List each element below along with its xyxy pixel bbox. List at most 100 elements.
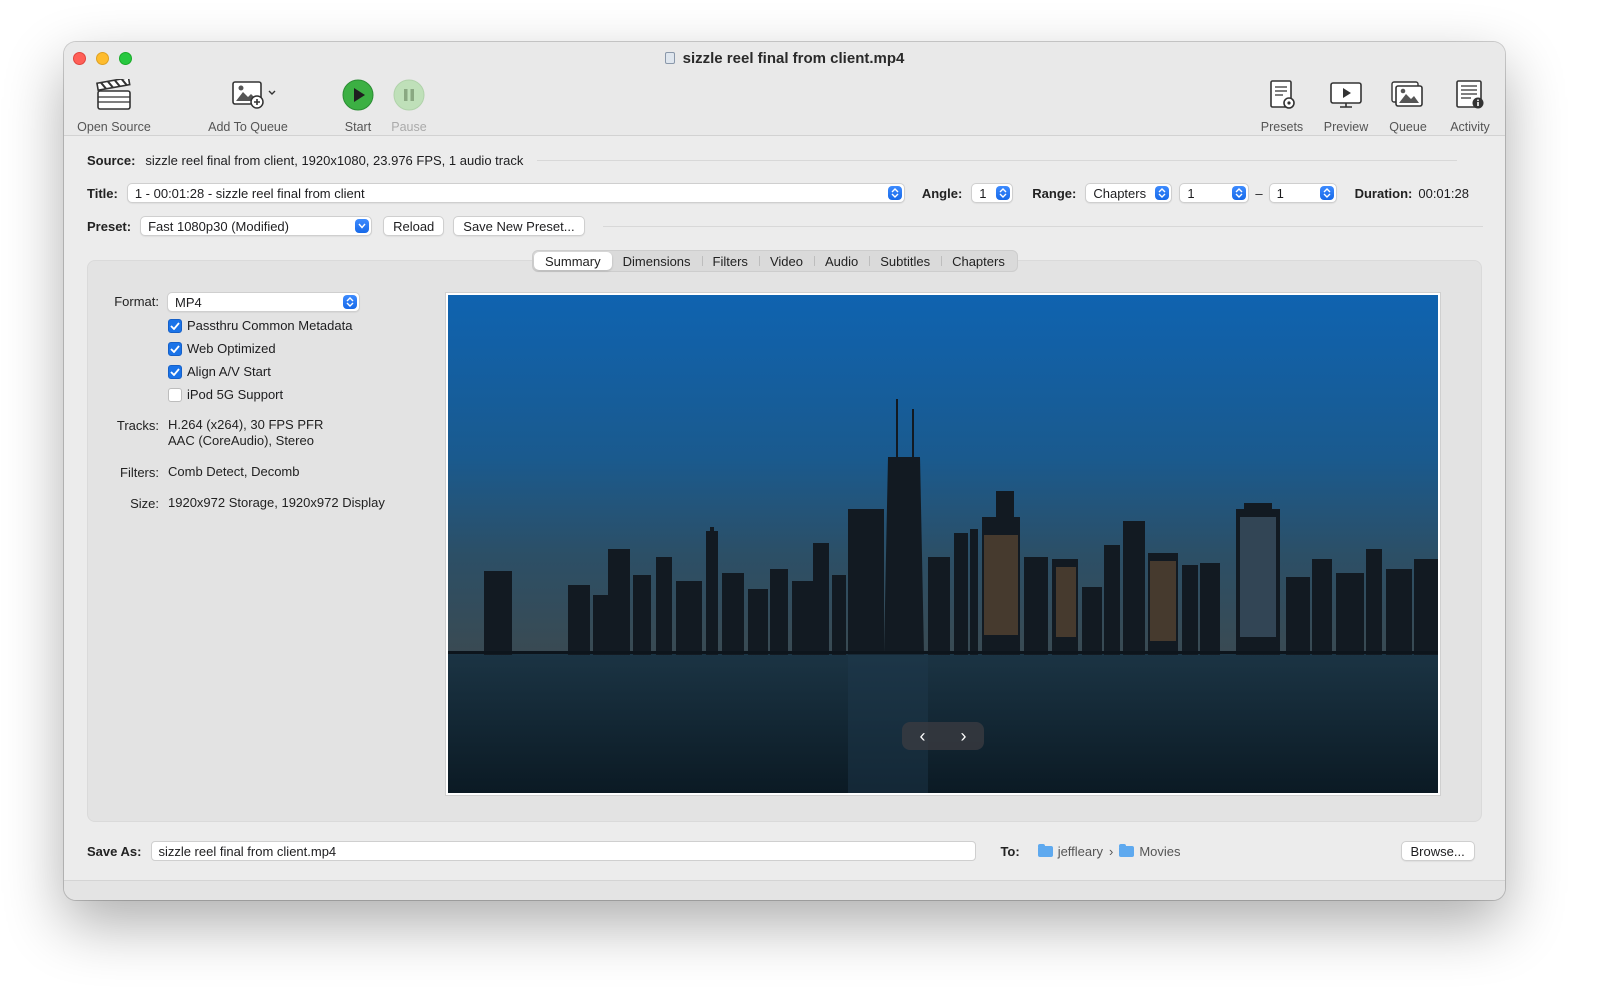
- tracks-audio: AAC (CoreAudio), Stereo: [168, 433, 314, 448]
- pause-label: Pause: [391, 120, 427, 134]
- stepper-icon: [343, 295, 357, 309]
- range-end-select[interactable]: 1: [1268, 183, 1337, 203]
- document-icon: [664, 52, 675, 64]
- pause-button[interactable]: Pause: [388, 76, 430, 134]
- save-as-field[interactable]: sizzle reel final from client.mp4: [151, 841, 977, 861]
- add-to-queue-label: Add To Queue: [208, 120, 288, 134]
- activity-button[interactable]: Activity: [1444, 76, 1496, 134]
- filters-label: Filters:: [120, 465, 159, 480]
- activity-icon: [1450, 76, 1490, 114]
- tab-video[interactable]: Video: [758, 252, 814, 270]
- title-label: Title:: [87, 185, 118, 201]
- angle-label: Angle:: [921, 185, 963, 201]
- range-start-value: 1: [1187, 185, 1195, 201]
- presets-button[interactable]: Presets: [1256, 76, 1308, 134]
- preview-icon: [1326, 76, 1366, 114]
- format-select[interactable]: MP4: [167, 292, 360, 312]
- separator: [602, 225, 1483, 227]
- pause-icon: [389, 76, 429, 114]
- checkbox-box: [168, 387, 182, 402]
- presets-label: Presets: [1260, 120, 1304, 134]
- checkbox-label: Passthru Common Metadata: [187, 318, 353, 333]
- source-row: Source: sizzle reel final from client, 1…: [87, 153, 1458, 168]
- checkmark-icon: [168, 364, 182, 379]
- destination-path[interactable]: jeffleary › Movies: [1037, 843, 1181, 859]
- checkmark-icon: [168, 341, 182, 356]
- tab-audio[interactable]: Audio: [813, 252, 869, 270]
- preset-row: Preset: Fast 1080p30 (Modified) Reload S…: [87, 216, 1483, 236]
- stepper-icon: [1232, 186, 1247, 200]
- tab-filters[interactable]: Filters: [701, 252, 759, 270]
- play-icon: [338, 76, 378, 114]
- add-to-queue-button[interactable]: Add To Queue: [204, 76, 292, 134]
- tracks-label: Tracks:: [116, 418, 159, 433]
- stepper-icon: [996, 186, 1011, 200]
- source-label: Source:: [87, 153, 136, 168]
- preview-button[interactable]: Preview: [1320, 76, 1372, 134]
- preset-select[interactable]: Fast 1080p30 (Modified): [140, 216, 373, 236]
- filters-value: Comb Detect, Decomb: [168, 464, 300, 479]
- size-value: 1920x972 Storage, 1920x972 Display: [168, 495, 385, 510]
- passthru-metadata-checkbox[interactable]: Passthru Common Metadata: [168, 318, 352, 333]
- status-bar: [64, 880, 1505, 900]
- preview-label: Preview: [1323, 120, 1369, 134]
- checkbox-label: Align A/V Start: [187, 364, 271, 379]
- size-label: Size:: [130, 496, 159, 511]
- open-source-label: Open Source: [77, 120, 151, 134]
- duration-value: 00:01:28: [1418, 185, 1469, 201]
- format-select-value: MP4: [175, 294, 202, 310]
- title-select[interactable]: 1 - 00:01:28 - sizzle reel final from cl…: [126, 183, 905, 203]
- ipod-5g-checkbox[interactable]: iPod 5G Support: [168, 387, 283, 402]
- range-type-select[interactable]: Chapters: [1085, 183, 1173, 203]
- range-dash: –: [1255, 185, 1263, 201]
- add-to-queue-icon: [216, 76, 280, 114]
- open-source-button[interactable]: Open Source: [75, 76, 153, 134]
- preview-nav: ‹ ›: [902, 722, 984, 750]
- queue-button[interactable]: Queue: [1384, 76, 1432, 134]
- align-av-start-checkbox[interactable]: Align A/V Start: [168, 364, 271, 379]
- range-start-select[interactable]: 1: [1179, 183, 1250, 203]
- checkmark-icon: [168, 318, 182, 333]
- queue-label: Queue: [1389, 120, 1427, 134]
- range-end-value: 1: [1276, 185, 1284, 201]
- source-value: sizzle reel final from client, 1920x1080…: [145, 153, 524, 168]
- tab-chapters[interactable]: Chapters: [941, 252, 1016, 270]
- window-title: sizzle reel final from client.mp4: [64, 50, 1505, 67]
- stepper-icon: [1155, 186, 1170, 200]
- start-label: Start: [344, 120, 372, 134]
- range-label: Range:: [1032, 185, 1077, 201]
- save-new-preset-button[interactable]: Save New Preset...: [453, 216, 585, 236]
- save-as-value: sizzle reel final from client.mp4: [158, 843, 337, 859]
- previous-frame-button[interactable]: ‹: [920, 726, 926, 747]
- start-button[interactable]: Start: [338, 76, 378, 134]
- path-folder: Movies: [1139, 843, 1181, 859]
- title-row: Title: 1 - 00:01:28 - sizzle reel final …: [87, 183, 1469, 203]
- save-row: Save As: sizzle reel final from client.m…: [87, 841, 1475, 861]
- tab-dimensions[interactable]: Dimensions: [612, 252, 702, 270]
- chevron-down-icon: [355, 219, 370, 233]
- preview-frame: [445, 292, 1441, 796]
- stepper-icon: [887, 186, 902, 200]
- reload-preset-button[interactable]: Reload: [383, 216, 445, 236]
- toolbar: sizzle reel final from client.mp4 Open S…: [64, 42, 1505, 136]
- presets-icon: [1262, 76, 1302, 114]
- clapperboard-icon: [94, 76, 134, 114]
- queue-icon: [1388, 76, 1428, 114]
- checkbox-label: iPod 5G Support: [187, 387, 284, 402]
- preset-select-value: Fast 1080p30 (Modified): [148, 218, 289, 234]
- tab-subtitles[interactable]: Subtitles: [869, 252, 941, 270]
- web-optimized-checkbox[interactable]: Web Optimized: [168, 341, 276, 356]
- settings-tabs: Summary Dimensions Filters Video Audio S…: [532, 250, 1018, 272]
- preset-label: Preset:: [87, 218, 132, 234]
- separator: [537, 160, 1458, 161]
- folder-icon: [1037, 843, 1053, 857]
- app-window: sizzle reel final from client.mp4 Open S…: [64, 42, 1505, 900]
- checkbox-label: Web Optimized: [187, 341, 276, 356]
- angle-select[interactable]: 1: [971, 183, 1014, 203]
- angle-select-value: 1: [979, 185, 987, 201]
- browse-button[interactable]: Browse...: [1400, 841, 1475, 861]
- tab-summary[interactable]: Summary: [534, 252, 612, 270]
- range-type-value: Chapters: [1093, 185, 1147, 201]
- folder-icon: [1119, 843, 1135, 857]
- next-frame-button[interactable]: ›: [961, 726, 967, 747]
